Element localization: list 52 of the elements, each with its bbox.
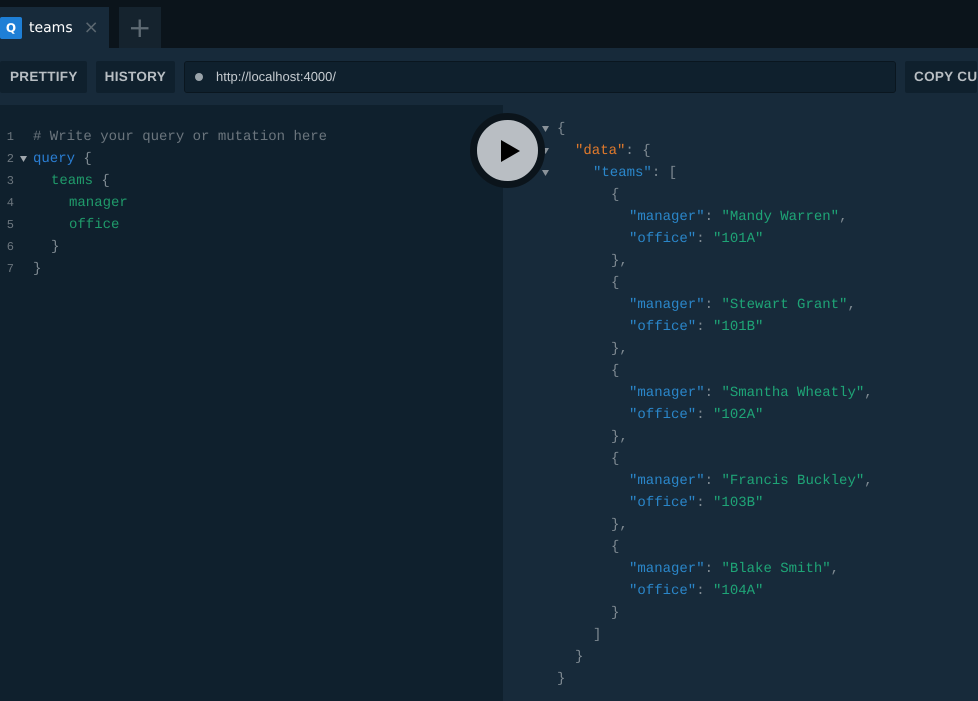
tab-label: teams [29, 20, 73, 36]
code-line: }, [611, 429, 628, 445]
code-line: manager [69, 195, 128, 211]
code-line: "office": "102A" [629, 407, 764, 423]
play-icon [500, 140, 520, 162]
code-line: { [611, 539, 620, 555]
status-dot-icon [195, 72, 204, 80]
toolbar-button[interactable]: PRETTIFY [0, 60, 87, 92]
fold-arrow-icon[interactable] [20, 156, 27, 162]
line-number: 6 [6, 240, 14, 254]
copy-curl-button[interactable]: COPY CU [905, 60, 978, 92]
code-line: }, [611, 517, 628, 533]
code-line: { [611, 451, 620, 467]
code-line: { [611, 275, 620, 291]
toolbar-button[interactable]: HISTORY [96, 60, 176, 92]
query-badge: Q [0, 16, 22, 38]
line-number: 1 [6, 130, 14, 144]
query-tab[interactable]: Q teams × [0, 7, 109, 48]
code-line: "office": "101A" [629, 231, 764, 247]
code-line: "manager": "Smantha Wheatly", [629, 385, 873, 401]
code-line: "office": "101B" [629, 319, 764, 335]
code-line: "manager": "Francis Buckley", [629, 473, 873, 489]
line-number: 4 [6, 196, 14, 210]
code-line: "manager": "Blake Smith", [629, 561, 840, 577]
code-line: "manager": "Mandy Warren", [629, 209, 848, 225]
code-line: "office": "104A" [629, 583, 764, 599]
code-line: }, [611, 341, 628, 357]
code-line: "data": { [575, 143, 651, 159]
line-number: 5 [6, 218, 14, 232]
fold-arrow-icon[interactable] [542, 126, 549, 132]
code-line: query { [33, 151, 92, 167]
url-field[interactable]: http://localhost:4000/ [184, 60, 896, 92]
code-line: } [575, 649, 584, 665]
line-number: 2 [6, 152, 14, 166]
code-line: } [557, 671, 566, 687]
code-line: { [611, 363, 620, 379]
line-number: 3 [6, 174, 14, 188]
code-line: ] [593, 627, 602, 643]
code-line: office [69, 217, 120, 233]
code-line: teams { [51, 173, 110, 189]
code-line: } [33, 261, 42, 277]
fold-arrow-icon[interactable] [542, 170, 549, 176]
code-line: "office": "103B" [629, 495, 764, 511]
code-line: { [611, 187, 620, 203]
code-line: }, [611, 253, 628, 269]
code-line: } [611, 605, 620, 621]
code-line: "teams": [ [593, 165, 678, 181]
code-line: } [51, 239, 60, 255]
code-line: "manager": "Stewart Grant", [629, 297, 856, 313]
code-line: # Write your query or mutation here [33, 129, 328, 145]
code-line: { [557, 121, 566, 137]
line-number: 7 [6, 262, 14, 276]
